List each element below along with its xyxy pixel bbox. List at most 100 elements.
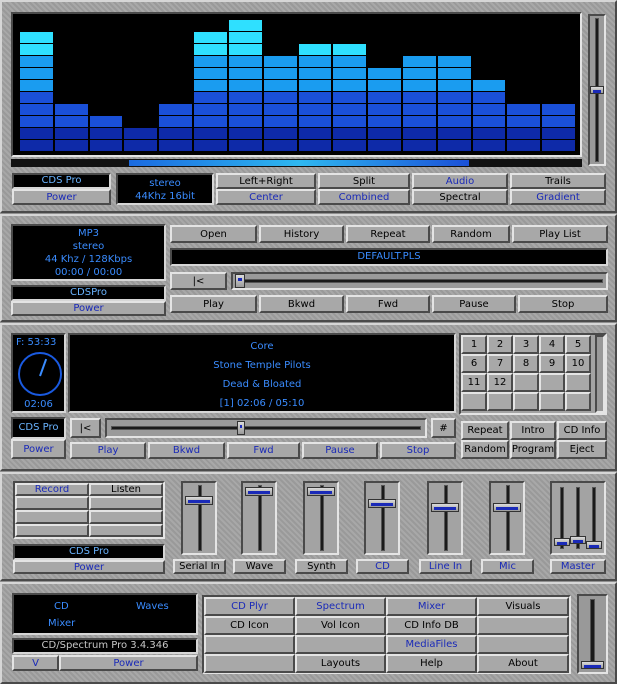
cd-mode-intro-button[interactable]: Intro [510, 421, 556, 440]
mp3-history-button[interactable]: History [259, 225, 344, 243]
fader-mic[interactable] [489, 481, 525, 555]
launcher-spectrum-button[interactable]: Spectrum [295, 597, 386, 616]
cd-play-button[interactable]: Play [70, 442, 146, 459]
track-3-button[interactable]: 3 [513, 335, 539, 354]
launcher-layouts-button[interactable]: Layouts [295, 654, 386, 673]
launcher-empty-slot[interactable] [477, 635, 569, 654]
cd-fwd-button[interactable]: Fwd [227, 442, 300, 459]
launcher-vol-icon-button[interactable]: Vol Icon [295, 616, 386, 635]
spectrum-mode-audio[interactable]: Audio [412, 173, 508, 189]
fader-serial-in[interactable] [181, 481, 217, 555]
record-slot-2[interactable] [15, 496, 89, 510]
track-empty-slot[interactable] [539, 373, 565, 392]
track-grid-scrollbar[interactable] [595, 335, 605, 413]
mp3-repeat-button[interactable]: Repeat [346, 225, 430, 243]
hash-button[interactable]: # [431, 418, 456, 438]
fader-thumb[interactable] [185, 495, 213, 505]
track-6-button[interactable]: 6 [461, 354, 487, 373]
mp3-play-list-button[interactable]: Play List [512, 225, 608, 243]
track-empty-slot[interactable] [565, 392, 591, 411]
spectrum-mode-combined[interactable]: Combined [318, 189, 410, 205]
master-fader-thumb[interactable] [554, 538, 570, 547]
v-button[interactable]: V [12, 655, 59, 671]
track-8-button[interactable]: 8 [513, 354, 539, 373]
fader-label-line-in[interactable]: Line In [419, 559, 472, 574]
spectrum-mode-spectral[interactable]: Spectral [412, 189, 508, 205]
fader-wave[interactable] [241, 481, 277, 555]
spectrum-mode-left-right[interactable]: Left+Right [216, 173, 316, 189]
launcher-empty-slot[interactable] [204, 635, 295, 654]
cd-mode-program-button[interactable]: Program [510, 440, 556, 459]
fader-cd[interactable] [364, 481, 400, 555]
fader-thumb[interactable] [245, 487, 273, 497]
track-5-button[interactable]: 5 [565, 335, 591, 354]
spectrum-mode-split[interactable]: Split [318, 173, 410, 189]
track-7-button[interactable]: 7 [487, 354, 513, 373]
fader-label-serial-in[interactable]: Serial In [173, 559, 226, 574]
track-10-button[interactable]: 10 [565, 354, 591, 373]
listen-slot-4[interactable] [89, 524, 163, 537]
mp3-bkwd-button[interactable]: Bkwd [259, 295, 344, 313]
fader-label-wave[interactable]: Wave [233, 559, 286, 574]
launcher-cd-icon-button[interactable]: CD Icon [204, 616, 295, 635]
fader-label-synth[interactable]: Synth [295, 559, 348, 574]
cd-mode-eject-button[interactable]: Eject [557, 440, 607, 459]
cd-power-button[interactable]: Power [11, 439, 66, 459]
track-2-button[interactable]: 2 [487, 335, 513, 354]
record-slot-4[interactable] [15, 524, 89, 537]
cd-mode-repeat-button[interactable]: Repeat [461, 421, 509, 440]
cd-mode-cd-info-button[interactable]: CD Info [557, 421, 607, 440]
launcher-mediafiles-button[interactable]: MediaFiles [386, 635, 477, 654]
listen-button[interactable]: Listen [89, 483, 163, 496]
track-empty-slot[interactable] [513, 373, 539, 392]
fader-thumb[interactable] [493, 503, 521, 512]
mp3-fwd-button[interactable]: Fwd [346, 295, 430, 313]
fader-thumb[interactable] [307, 487, 335, 497]
master-fader-thumb[interactable] [586, 540, 602, 549]
launcher-volume-track[interactable] [577, 594, 608, 674]
cd-pause-button[interactable]: Pause [302, 442, 378, 459]
cd-seek-track[interactable] [105, 418, 427, 438]
launcher-help-button[interactable]: Help [386, 654, 477, 673]
mixer-power-button[interactable]: Power [13, 560, 165, 574]
launcher-empty-slot[interactable] [477, 616, 569, 635]
track-4-button[interactable]: 4 [539, 335, 565, 354]
listen-slot-3[interactable] [89, 510, 163, 524]
track-9-button[interactable]: 9 [539, 354, 565, 373]
track-empty-slot[interactable] [461, 392, 487, 411]
mp3-play-button[interactable]: Play [170, 295, 257, 313]
spectrum-mode-gradient[interactable]: Gradient [510, 189, 606, 205]
mp3-stop-button[interactable]: Stop [518, 295, 608, 313]
launcher-visuals-button[interactable]: Visuals [477, 597, 569, 616]
master-label[interactable]: Master [550, 559, 606, 574]
launcher-cd-info-db-button[interactable]: CD Info DB [386, 616, 477, 635]
track-empty-slot[interactable] [539, 392, 565, 411]
fader-synth[interactable] [303, 481, 339, 555]
cd-stop-button[interactable]: Stop [380, 442, 456, 459]
track-empty-slot[interactable] [487, 392, 513, 411]
mp3-pause-button[interactable]: Pause [432, 295, 516, 313]
fader-thumb[interactable] [431, 503, 459, 512]
cd-seek-thumb[interactable] [237, 421, 245, 435]
spectrum-mode-center[interactable]: Center [216, 189, 316, 205]
cd-mode-random-button[interactable]: Random [461, 440, 509, 459]
track-11-button[interactable]: 11 [461, 373, 487, 392]
spectrum-power-button[interactable]: Power [12, 189, 111, 205]
launcher-volume-thumb[interactable] [581, 660, 604, 669]
launcher-about-button[interactable]: About [477, 654, 569, 673]
launcher-empty-slot[interactable] [295, 635, 386, 654]
track-1-button[interactable]: 1 [461, 335, 487, 354]
launcher-mixer-button[interactable]: Mixer [386, 597, 477, 616]
mp3-open-button[interactable]: Open [170, 225, 257, 243]
spectrum-volume-track[interactable] [588, 14, 606, 166]
master-fader-thumb[interactable] [570, 535, 586, 544]
track-empty-slot[interactable] [513, 392, 539, 411]
launcher-empty-slot[interactable] [204, 654, 295, 673]
fader-thumb[interactable] [368, 498, 396, 508]
mp3-seek-track[interactable] [231, 272, 608, 290]
listen-slot-2[interactable] [89, 496, 163, 510]
cd-seek-start-button[interactable]: |< [70, 418, 101, 438]
mp3-seek-thumb[interactable] [235, 274, 245, 288]
fader-line-in[interactable] [427, 481, 463, 555]
launcher-cd-plyr-button[interactable]: CD Plyr [204, 597, 295, 616]
